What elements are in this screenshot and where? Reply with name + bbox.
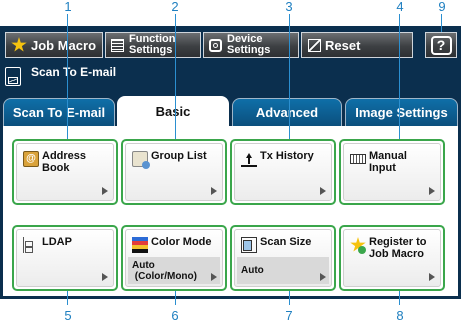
tab-label: Basic	[155, 104, 191, 119]
leader-line-3	[289, 14, 290, 139]
page-title: Scan To E-mail	[31, 65, 117, 79]
reset-eraser-icon	[308, 38, 321, 52]
scan-size-label: Scan Size	[260, 236, 312, 248]
arrow-right-icon	[429, 273, 435, 281]
tx-history-upload-icon	[241, 151, 257, 167]
address-book-button[interactable]: @ Address Book	[12, 139, 118, 205]
help-button[interactable]: ?	[425, 32, 457, 58]
color-mode-button[interactable]: Color Mode Auto (Color/Mono)	[121, 225, 227, 291]
callout-5: 5	[64, 308, 72, 323]
arrow-right-icon	[102, 187, 108, 195]
tab-basic[interactable]: Basic	[117, 96, 229, 126]
callout-1: 1	[64, 0, 72, 14]
leader-line-2	[175, 14, 176, 139]
reset-label: Reset	[325, 37, 361, 53]
ldap-tree-icon	[23, 237, 40, 253]
tab-label: Scan To E-mail	[12, 105, 106, 120]
callout-2: 2	[171, 0, 179, 14]
callout-6: 6	[171, 308, 179, 323]
address-book-icon: @	[23, 151, 39, 167]
job-macro-label: Job Macro	[31, 37, 97, 53]
group-list-icon	[132, 151, 150, 169]
tab-advanced[interactable]: Advanced	[232, 98, 342, 126]
leader-line-4	[399, 14, 400, 139]
arrow-right-icon	[429, 187, 435, 195]
reset-button[interactable]: Reset	[301, 32, 413, 58]
manual-input-label: Manual Input	[369, 150, 407, 174]
leader-line-1	[67, 14, 68, 139]
arrow-right-icon	[102, 273, 108, 281]
job-macro-button[interactable]: Job Macro	[5, 32, 103, 58]
device-settings-button[interactable]: Device Settings	[203, 32, 299, 58]
list-icon	[111, 38, 124, 52]
leader-line-5	[67, 291, 68, 305]
manual-input-button[interactable]: Manual Input	[339, 139, 445, 205]
tab-image-settings[interactable]: Image Settings	[345, 98, 458, 126]
plus-badge-icon	[358, 246, 366, 254]
register-to-job-macro-button[interactable]: Register to Job Macro	[339, 225, 445, 291]
scan-size-button[interactable]: Scan Size Auto	[230, 225, 336, 291]
tx-history-label: Tx History	[260, 150, 314, 162]
function-settings-label: Function Settings	[129, 33, 176, 56]
arrow-right-icon	[211, 187, 217, 195]
arrow-right-icon	[211, 273, 217, 281]
scan-to-email-icon	[5, 67, 21, 86]
leader-line-8	[399, 291, 400, 305]
leader-line-7	[289, 291, 290, 305]
star-icon	[11, 37, 27, 52]
callout-8: 8	[396, 308, 404, 323]
tab-label: Image Settings	[355, 105, 448, 120]
arrow-right-icon	[320, 273, 326, 281]
device-settings-label: Device Settings	[227, 33, 271, 56]
ldap-button[interactable]: LDAP	[12, 225, 118, 291]
ldap-label: LDAP	[42, 236, 72, 248]
register-to-job-macro-label: Register to Job Macro	[369, 236, 427, 260]
group-list-label: Group List	[151, 150, 207, 162]
keyboard-icon	[350, 154, 366, 164]
tab-label: Advanced	[255, 105, 319, 120]
address-book-label: Address Book	[42, 150, 87, 174]
color-mode-label: Color Mode	[151, 236, 212, 248]
callout-9: 9	[438, 0, 446, 14]
scan-size-icon	[241, 237, 257, 253]
callout-7: 7	[285, 308, 293, 323]
device-gear-icon	[209, 38, 222, 52]
tab-scan-to-email[interactable]: Scan To E-mail	[3, 98, 115, 126]
leader-line-6	[175, 291, 176, 305]
help-icon: ?	[430, 35, 452, 55]
scan-size-value: Auto	[237, 257, 329, 284]
tx-history-button[interactable]: Tx History	[230, 139, 336, 205]
leader-line-9	[441, 14, 442, 32]
screen-title-bar: Scan To E-mail	[3, 61, 458, 93]
color-mode-value: Auto (Color/Mono)	[128, 257, 220, 284]
callout-4: 4	[396, 0, 404, 14]
function-settings-button[interactable]: Function Settings	[105, 32, 201, 58]
callout-3: 3	[285, 0, 293, 14]
group-list-button[interactable]: Group List	[121, 139, 227, 205]
arrow-right-icon	[320, 187, 326, 195]
color-mode-icon	[132, 237, 148, 253]
